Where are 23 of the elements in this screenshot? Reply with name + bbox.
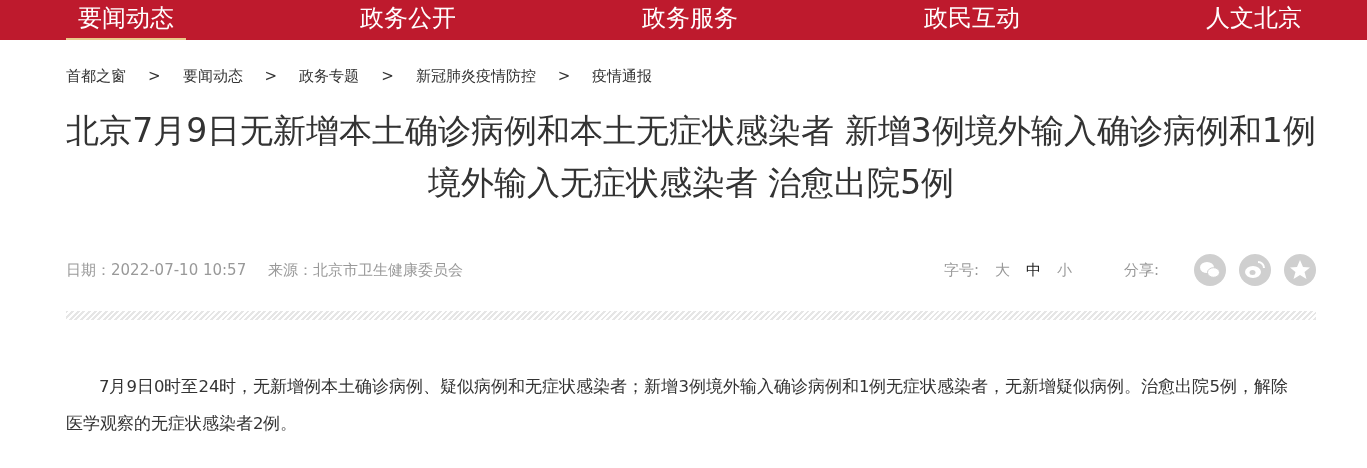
nav-tab[interactable]: 政务公开 [348,0,468,40]
article-source: 来源：北京市卫生健康委员会 [268,260,464,280]
nav-tab[interactable]: 人文北京 [1194,0,1314,40]
breadcrumb-link[interactable]: 要闻动态 [182,66,243,86]
share-label: 分享: [1123,260,1159,280]
breadcrumb-separator: > [381,67,394,85]
article-title: 北京7月9日无新增本土确诊病例和本土无症状感染者 新增3例境外输入确诊病例和1例境外输入无症状感染者 治愈出院5例 [66,110,1316,204]
nav-tab[interactable]: 政民互动 [912,0,1032,40]
chat-bubbles-icon[interactable] [1194,254,1226,286]
eye-swirl-icon[interactable] [1239,254,1271,286]
font-size-label: 字号: [943,260,979,280]
breadcrumb-separator: > [557,67,571,85]
nav-tab[interactable]: 要闻动态 [66,0,186,40]
breadcrumb-link[interactable]: 疫情通报 [592,66,653,86]
nav-tab[interactable]: 政务服务 [630,0,750,40]
breadcrumb-separator: > [148,67,161,85]
breadcrumb-link[interactable]: 政务专题 [299,66,360,86]
breadcrumb-separator: > [264,67,278,85]
breadcrumb-link[interactable]: 首都之窗 [66,66,126,86]
breadcrumb-link[interactable]: 新冠肺炎疫情防控 [415,66,536,86]
publish-date: 日期：2022-07-10 10:57 [66,260,247,280]
article-paragraph: 7月9日0时至24时，无新增例本土确诊病例、疑似病例和无症状感染者；新增3例境外输入确诊病例和1例无症状感染者，无新增疑似病例。治愈出院5例，解除医学观察的无症状感染者2例。 [66,376,1289,435]
font-size-option[interactable]: 中 [1025,260,1041,280]
